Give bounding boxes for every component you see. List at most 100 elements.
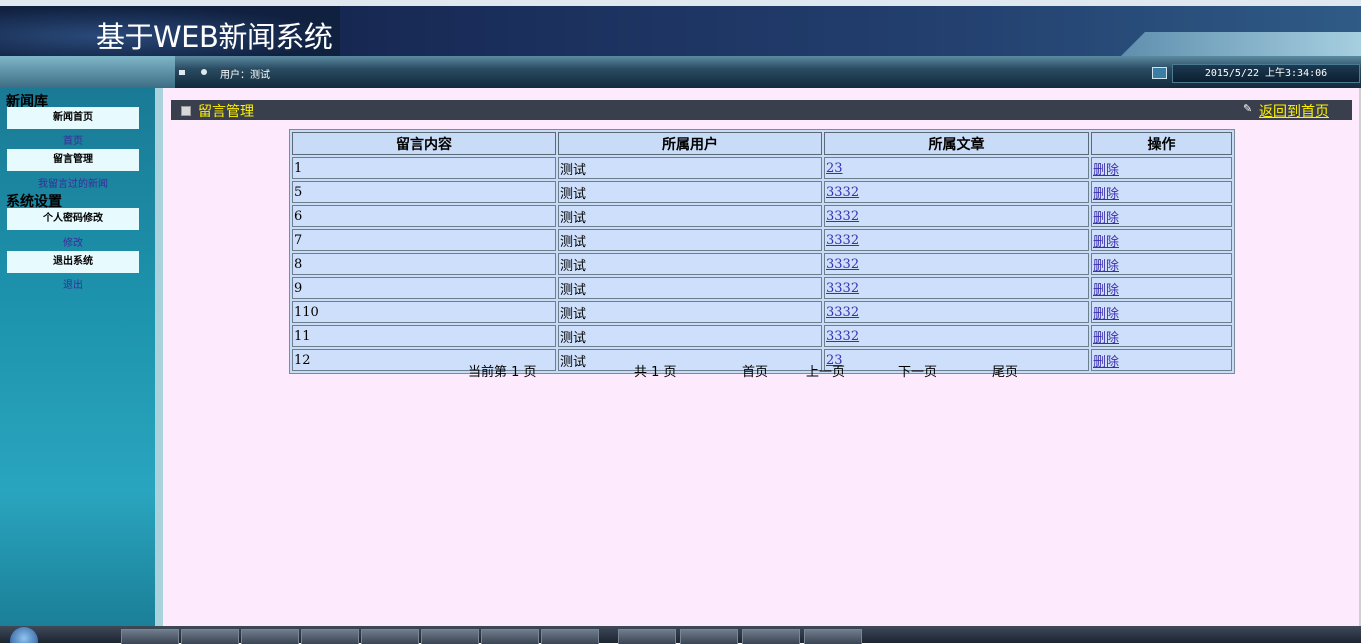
sidebar-link-my-commented-news[interactable]: 我留言过的新闻 [7,175,139,190]
column-header-user: 所属用户 [558,132,822,155]
delete-link[interactable]: 删除 [1093,163,1119,178]
banner-decoration [1121,32,1361,56]
panel-header: 留言管理 ✎ 返回到首页 [171,100,1352,120]
taskbar-item[interactable] [541,629,599,644]
article-link[interactable]: 23 [826,161,843,176]
article-link[interactable]: 3332 [826,305,859,320]
sidebar-item-news-home[interactable]: 新闻首页 [7,107,139,129]
taskbar-item[interactable] [804,629,862,644]
article-cell: 3332 [824,181,1089,203]
pager-current: 当前第 1 页 [468,365,537,380]
article-cell: 23 [824,349,1089,371]
article-cell: 3332 [824,325,1089,347]
article-link[interactable]: 3332 [826,185,859,200]
delete-link[interactable]: 删除 [1093,187,1119,202]
delete-link[interactable]: 删除 [1093,355,1119,370]
delete-link[interactable]: 删除 [1093,211,1119,226]
monitor-icon [1152,67,1167,79]
table-row: 1 测试 23 删除 [292,157,1232,179]
taskbar-item[interactable] [618,629,676,644]
delete-link[interactable]: 删除 [1093,307,1119,322]
sidebar-item-password[interactable]: 个人密码修改 [7,208,139,230]
comment-user-cell: 测试 [558,349,822,371]
table-row: 110 测试 3332 删除 [292,301,1232,323]
app-title: 基于WEB新闻系统 [96,20,333,54]
comment-user-cell: 测试 [558,277,822,299]
taskbar-item[interactable] [680,629,738,644]
status-bar: 用户：测试 2015/5/22 上午3:34:06 [0,56,1361,88]
delete-cell: 删除 [1091,277,1232,299]
article-link[interactable]: 3332 [826,233,859,248]
taskbar-item[interactable] [241,629,299,644]
taskbar-item[interactable] [742,629,800,644]
delete-cell: 删除 [1091,181,1232,203]
comment-content-cell: 8 [292,253,556,275]
delete-cell: 删除 [1091,301,1232,323]
panel-title: 留言管理 [198,104,254,120]
sidebar-link-home[interactable]: 首页 [7,132,139,147]
article-cell: 3332 [824,253,1089,275]
table-row: 9 测试 3332 删除 [292,277,1232,299]
pencil-icon: ✎ [1243,102,1253,115]
delete-link[interactable]: 删除 [1093,235,1119,250]
pager-next[interactable]: 下一页 [898,361,937,380]
sidebar-item-logout[interactable]: 退出系统 [7,251,139,273]
article-link[interactable]: 3332 [826,329,859,344]
article-link[interactable]: 3332 [826,257,859,272]
comment-user-cell: 测试 [558,205,822,227]
start-button[interactable] [10,627,38,643]
comment-content-cell: 9 [292,277,556,299]
comment-content-cell: 110 [292,301,556,323]
sidebar-link-modify[interactable]: 修改 [7,234,139,249]
comment-user-cell: 测试 [558,253,822,275]
article-cell: 3332 [824,205,1089,227]
column-header-action: 操作 [1091,132,1232,155]
taskbar-item[interactable] [301,629,359,644]
pager-prev[interactable]: 上一页 [806,361,845,380]
square-icon [179,70,185,75]
comment-content-cell: 5 [292,181,556,203]
taskbar-item[interactable] [481,629,539,644]
back-to-home-link[interactable]: 返回到首页 [1259,101,1329,121]
table-row: 5 测试 3332 删除 [292,181,1232,203]
comment-content-cell: 6 [292,205,556,227]
taskbar-item[interactable] [181,629,239,644]
delete-link[interactable]: 删除 [1093,331,1119,346]
taskbar-item[interactable] [361,629,419,644]
delete-cell: 删除 [1091,229,1232,251]
sidebar-link-logout[interactable]: 退出 [7,276,139,291]
status-bar-glow [0,56,175,88]
article-cell: 3332 [824,277,1089,299]
taskbar-item[interactable] [121,629,179,644]
article-link[interactable]: 3332 [826,209,859,224]
article-cell: 3332 [824,229,1089,251]
table-row: 8 测试 3332 删除 [292,253,1232,275]
table-row: 11 测试 3332 删除 [292,325,1232,347]
pager-first[interactable]: 首页 [742,361,768,380]
article-cell: 23 [824,157,1089,179]
panel-arrow-icon [181,106,191,116]
comment-content-cell: 1 [292,157,556,179]
table-row: 6 测试 3332 删除 [292,205,1232,227]
delete-cell: 删除 [1091,205,1232,227]
pager-total: 共 1 页 [634,365,677,380]
delete-cell: 删除 [1091,157,1232,179]
delete-link[interactable]: 删除 [1093,283,1119,298]
comment-content-cell: 11 [292,325,556,347]
sidebar-item-comments[interactable]: 留言管理 [7,149,139,171]
delete-cell: 删除 [1091,253,1232,275]
comments-table: 留言内容 所属用户 所属文章 操作 1 测试 23 删除 5 测试 3332 删除 6 测试 333… [289,129,1235,374]
table-body: 1 测试 23 删除 5 测试 3332 删除 6 测试 3332 删除 7 测试 3332 删除 8 测试 333… [292,157,1232,371]
taskbar-item[interactable] [421,629,479,644]
current-user: 用户：测试 [220,70,270,81]
pager-last[interactable]: 尾页 [992,361,1018,380]
delete-link[interactable]: 删除 [1093,259,1119,274]
comment-content-cell: 7 [292,229,556,251]
article-link[interactable]: 3332 [826,281,859,296]
main-content: 留言管理 ✎ 返回到首页 留言内容 所属用户 所属文章 操作 1 测试 23 删除 5 测… [163,88,1359,626]
column-header-article: 所属文章 [824,132,1089,155]
comment-user-cell: 测试 [558,181,822,203]
table-row: 7 测试 3332 删除 [292,229,1232,251]
comment-user-cell: 测试 [558,229,822,251]
table-header-row: 留言内容 所属用户 所属文章 操作 [292,132,1232,155]
